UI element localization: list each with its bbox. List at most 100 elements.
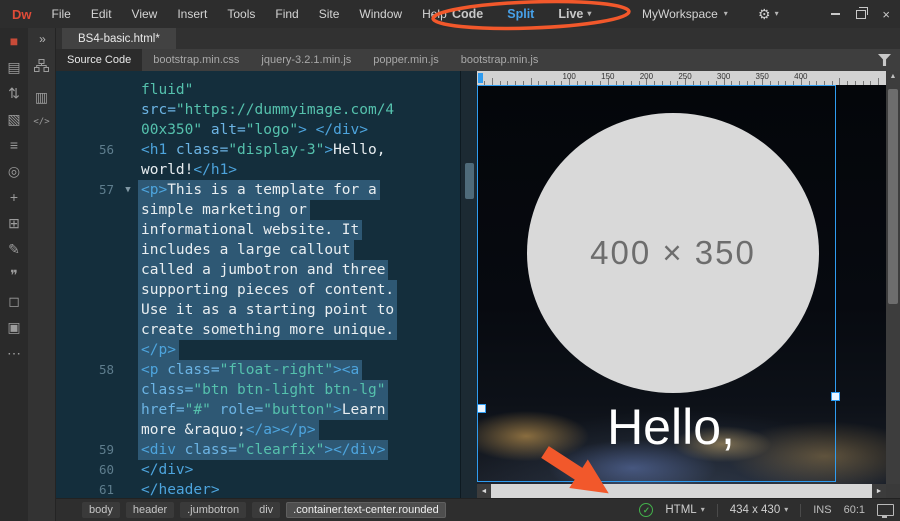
tag-selector[interactable]: div	[252, 502, 281, 518]
code-editor-scrollbar[interactable]	[460, 71, 477, 498]
code-line[interactable]: src="https://dummyimage.com/4	[56, 100, 460, 120]
tag-selector[interactable]: .jumbotron	[180, 502, 247, 518]
live-view-hscrollbar[interactable]: ◄ ►	[477, 484, 886, 498]
table-icon[interactable]: ⊞	[8, 216, 20, 231]
pen-icon[interactable]: ✎	[8, 242, 20, 257]
code-line[interactable]: includes a large callout	[56, 240, 460, 260]
code-line[interactable]: called a jumbotron and three	[56, 260, 460, 280]
menu-site[interactable]: Site	[309, 7, 350, 21]
more-icon[interactable]: ⋯	[7, 346, 21, 361]
view-mode-split[interactable]: Split	[507, 7, 534, 21]
code-text: Use it as a starting point to	[138, 300, 398, 320]
quote-icon[interactable]: ❞	[10, 268, 18, 283]
files-panel-icon[interactable]	[34, 59, 49, 77]
code-text: </div>	[141, 462, 194, 478]
scroll-up-icon[interactable]: ▲	[886, 73, 900, 80]
scrollbar-thumb[interactable]	[465, 163, 474, 199]
line-number: 58	[98, 362, 114, 377]
menu-view[interactable]: View	[122, 7, 168, 21]
lines-icon[interactable]: ≡	[10, 138, 18, 153]
menu-file[interactable]: File	[42, 7, 81, 21]
related-file[interactable]: jquery-3.2.1.min.js	[250, 49, 362, 71]
fold-toggle-icon	[118, 220, 138, 240]
expand-panels-icon[interactable]: »	[39, 32, 46, 46]
code-line[interactable]: </p>	[56, 340, 460, 360]
menu-help[interactable]: Help	[412, 7, 457, 21]
menu-edit[interactable]: Edit	[81, 7, 122, 21]
app-logo: Dw	[12, 6, 32, 22]
lint-ok-icon[interactable]: ✓	[639, 503, 654, 517]
view-mode-code[interactable]: Code	[452, 7, 483, 21]
sort-icon[interactable]: ⇅	[8, 86, 20, 101]
code-line[interactable]: world!</h1>	[56, 160, 460, 180]
scroll-left-icon[interactable]: ◄	[477, 484, 491, 498]
code-line[interactable]: create something more unique.	[56, 320, 460, 340]
close-icon[interactable]: ×	[882, 8, 890, 21]
tag-selector[interactable]: body	[82, 502, 120, 518]
code-line[interactable]: 59 <div class="clearfix"></div>	[56, 440, 460, 460]
menu-find[interactable]: Find	[265, 7, 308, 21]
element-selection-outline	[477, 85, 840, 482]
insert-panel-icon[interactable]: ■	[10, 34, 18, 49]
code-line[interactable]: class="btn btn-light btn-lg"	[56, 380, 460, 400]
scroll-right-icon[interactable]: ►	[872, 484, 886, 498]
code-line[interactable]: informational website. It	[56, 220, 460, 240]
live-view-canvas[interactable]: 400 × 350 Hello,	[477, 85, 886, 484]
menu-tools[interactable]: Tools	[217, 7, 265, 21]
menu-insert[interactable]: Insert	[167, 7, 217, 21]
code-text: <div class="clearfix"></div>	[138, 440, 389, 460]
resize-handle-right[interactable]	[831, 392, 840, 401]
related-file[interactable]: popper.min.js	[362, 49, 449, 71]
code-line[interactable]: 56 <h1 class="display-3">Hello,	[56, 140, 460, 160]
line-number	[56, 240, 118, 260]
live-view: 100 150 200 250 300 350 400 400 × 350 Hello,	[477, 71, 886, 484]
code-line[interactable]: simple marketing or	[56, 200, 460, 220]
document-tab[interactable]: BS4-basic.html*	[62, 28, 176, 49]
fold-toggle-icon	[118, 460, 138, 480]
comment-icon[interactable]: ◻	[8, 294, 20, 309]
code-line[interactable]: 57 ▼ <p>This is a template for a	[56, 180, 460, 200]
related-file[interactable]: bootstrap.min.js	[450, 49, 550, 71]
fold-toggle-icon[interactable]: ▼	[118, 180, 138, 200]
device-preview-icon[interactable]	[877, 504, 894, 518]
settings-menu[interactable]: ⚙ ▾	[758, 0, 779, 28]
move-icon[interactable]: +	[10, 190, 18, 205]
related-file[interactable]: Source Code	[56, 49, 143, 71]
menu-window[interactable]: Window	[349, 7, 412, 21]
code-line[interactable]: 58 <p class="float-right"><a	[56, 360, 460, 380]
code-line[interactable]: href="#" role="button">Learn	[56, 400, 460, 420]
resize-handle-left[interactable]	[477, 404, 486, 413]
related-file[interactable]: bootstrap.min.css	[142, 49, 250, 71]
image-icon[interactable]: ▧	[7, 112, 20, 127]
code-line[interactable]: 60 </div>	[56, 460, 460, 480]
code-line[interactable]: 00x350" alt="logo"> </div>	[56, 120, 460, 140]
view-mode-live[interactable]: Live ▾	[558, 7, 591, 21]
fold-toggle-icon	[118, 200, 138, 220]
css-designer-panel-icon[interactable]: ▥	[35, 90, 48, 104]
line-number	[56, 100, 118, 120]
ruler: 100 150 200 250 300 350 400	[477, 71, 886, 85]
tag-selector[interactable]: .container.text-center.rounded	[286, 502, 446, 518]
target-icon[interactable]: ◎	[8, 164, 20, 179]
code-line[interactable]: Use it as a starting point to	[56, 300, 460, 320]
live-view-vscrollbar[interactable]: ▲	[886, 71, 900, 484]
minimize-icon[interactable]	[831, 13, 841, 15]
window-size-dropdown[interactable]: 434 x 430 ▾	[730, 504, 789, 516]
doctype-dropdown[interactable]: HTML ▾	[665, 504, 704, 516]
workspace-switcher[interactable]: MyWorkspace ▾	[642, 0, 728, 28]
code-editor[interactable]: fluid" src="https://dummyimage.com/4 00x35…	[56, 71, 460, 498]
tag-selector-path: body header .jumbotron div .container.text-c…	[82, 502, 446, 518]
file-icon[interactable]: ▤	[7, 60, 20, 75]
scrollbar-thumb[interactable]	[888, 89, 898, 304]
code-line[interactable]: more &raquo;</a></p>	[56, 420, 460, 440]
fold-toggle-icon	[118, 260, 138, 280]
layers-icon[interactable]: ▣	[7, 320, 20, 335]
fold-toggle-icon	[118, 300, 138, 320]
tag-selector[interactable]: header	[125, 502, 175, 518]
code-line[interactable]: 61 </header>	[56, 480, 460, 498]
snippets-panel-icon[interactable]: </>	[33, 117, 49, 127]
restore-icon[interactable]	[856, 6, 869, 19]
code-line[interactable]: fluid"	[56, 80, 460, 100]
code-line[interactable]: supporting pieces of content.	[56, 280, 460, 300]
gear-icon: ⚙	[758, 5, 771, 22]
